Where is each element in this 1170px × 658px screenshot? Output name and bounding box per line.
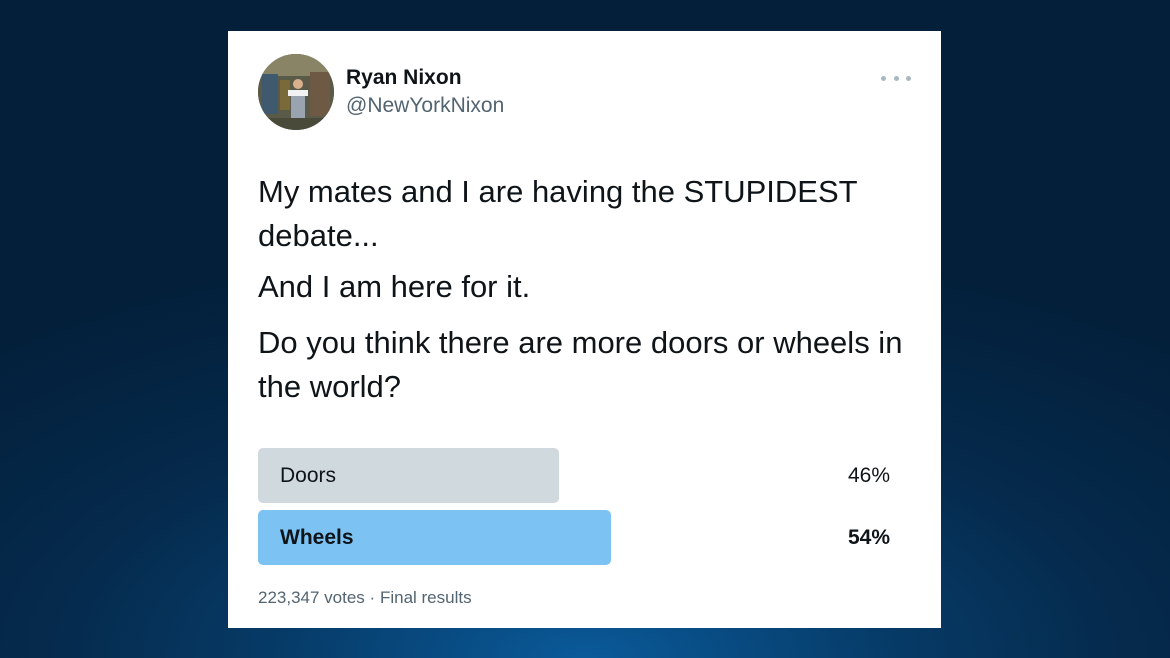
tweet-text-line: Do you think there are more doors or whe…: [258, 325, 903, 404]
avatar[interactable]: [258, 54, 334, 130]
poll-option-percent: 54%: [847, 526, 890, 549]
more-options-icon[interactable]: [881, 69, 911, 87]
tweet-text-line: My mates and I are having the STUPIDEST …: [258, 174, 858, 253]
avatar-image: [258, 54, 334, 130]
poll-option-wheels: Wheels 54%: [258, 510, 890, 565]
poll-option-percent: 46%: [847, 464, 890, 487]
tweet-card: Ryan Nixon @NewYorkNixon My mates and I …: [228, 31, 941, 628]
tweet-text-line: And I am here for it.: [258, 269, 531, 304]
poll-separator: ·: [369, 588, 376, 607]
poll-status: Final results: [379, 588, 472, 607]
author-handle[interactable]: @NewYorkNixon: [346, 94, 504, 118]
poll-footer: 223,347 votes · Final results: [258, 588, 472, 608]
poll-option-label: Doors: [280, 464, 337, 487]
author-name[interactable]: Ryan Nixon: [346, 66, 462, 90]
poll-votes: 223,347 votes: [258, 588, 365, 607]
poll-option-label: Wheels: [280, 526, 354, 549]
poll-option-doors: Doors 46%: [258, 448, 890, 503]
